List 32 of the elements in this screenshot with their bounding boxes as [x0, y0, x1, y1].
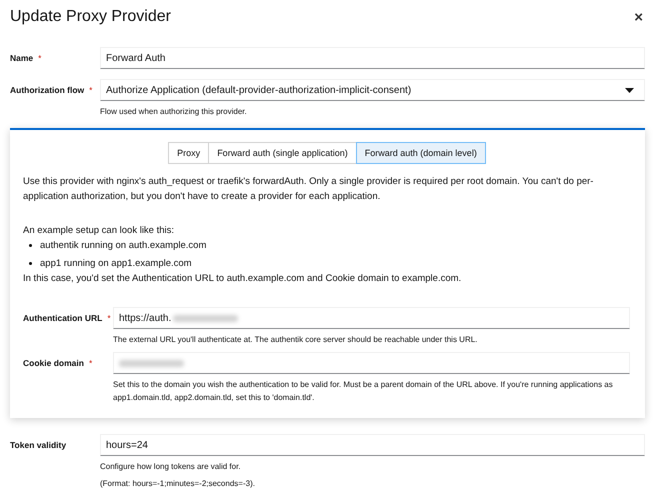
example-intro: An example setup can look like this:	[23, 224, 176, 238]
bullet-icon	[29, 262, 32, 265]
field-label: Token validity	[10, 440, 66, 450]
field-label: Authorization flow	[10, 85, 84, 95]
mode-tab[interactable]: Proxy	[168, 142, 210, 164]
select-field[interactable]: Authorize Application (default-provider-authorization-implicit-consent)	[100, 79, 645, 101]
input-field[interactable]: Forward Auth	[100, 47, 645, 69]
caret-icon	[625, 88, 634, 92]
list-item: authentik running on auth.example.com	[40, 239, 206, 253]
description-text: Use this provider with nginx's auth_request or traefik's forwardAuth. Only a single provider is required per root domain. You can't do per-application authorization, but you don't have to create a provider for each application.	[23, 175, 594, 204]
helper-text: Flow used when authorizing this provider.	[100, 106, 248, 118]
input-field[interactable]	[113, 352, 630, 374]
close-button[interactable]: ×	[632, 8, 645, 26]
field-label: Cookie domain	[23, 358, 84, 368]
field-label: Name	[10, 53, 34, 63]
mode-tab[interactable]: Forward auth (domain level)	[356, 142, 486, 164]
helper-text: Set this to the domain you wish the authentication to be valid for. Must be a parent domain of the URL above. If you're running applications as app1.domain.tld, app2.domain.tld, set this to 'domain.tld'.	[113, 379, 614, 404]
mode-tab[interactable]: Forward auth (single application)	[208, 142, 357, 164]
dialog-title: Update Proxy Provider	[10, 8, 171, 26]
example-outro: In this case, you'd set the Authentication URL to auth.example.com and Cookie domain to example.com.	[23, 272, 462, 286]
bullet-icon	[29, 244, 32, 247]
field-label: Authentication URL	[23, 313, 102, 323]
required-mark: *	[107, 313, 111, 323]
input-field[interactable]: hours=24	[100, 434, 645, 456]
list-item: app1 running on app1.example.com	[40, 257, 192, 271]
required-mark: *	[88, 358, 92, 368]
helper-text: The external URL you'll authenticate at. The authentik core server should be reachable under this URL.	[113, 334, 478, 346]
required-mark: *	[89, 85, 92, 95]
helper-text: Configure how long tokens are valid for.	[100, 461, 242, 473]
required-mark: *	[38, 53, 42, 63]
helper-text: (Format: hours=-1;minutes=-2;seconds=-3).	[100, 478, 256, 490]
input-field[interactable]: https://auth.	[113, 307, 630, 329]
